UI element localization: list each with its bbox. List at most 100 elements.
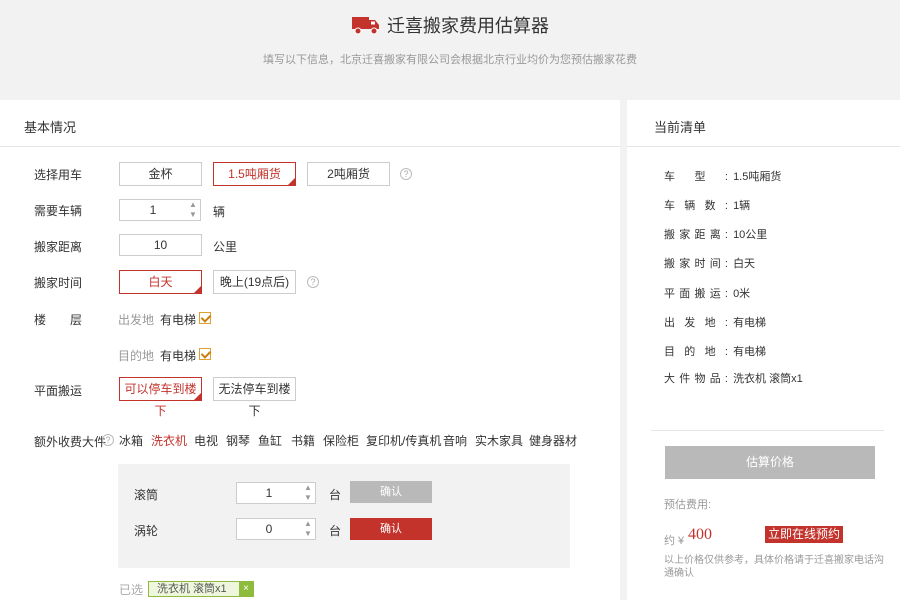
chevron-up-icon[interactable]: ▲ bbox=[301, 519, 315, 529]
chosen-item-tag: 洗衣机 滚筒x1 × bbox=[148, 581, 254, 597]
category-fitness[interactable]: 健身器材 bbox=[529, 432, 577, 449]
summary-key: 车型: bbox=[664, 171, 728, 183]
category-audio[interactable]: 音响 bbox=[443, 432, 467, 449]
category-wood-furniture[interactable]: 实木家具 bbox=[475, 432, 523, 449]
time-option-day[interactable]: 白天 bbox=[119, 270, 202, 294]
book-online-button[interactable]: 立即在线预约 bbox=[765, 526, 844, 543]
stepper-arrows[interactable]: ▲ ▼ bbox=[186, 200, 200, 220]
time-option-night[interactable]: 晚上(19点后) bbox=[213, 270, 296, 294]
vehicle-option-2t[interactable]: 2吨厢货 bbox=[307, 162, 390, 186]
chosen-label: 已选 bbox=[119, 583, 144, 597]
stepper-arrows[interactable]: ▲ ▼ bbox=[301, 519, 315, 539]
drum-unit: 台 bbox=[329, 488, 342, 502]
vehicle-option-jinbei[interactable]: 金杯 bbox=[119, 162, 202, 186]
chevron-up-icon[interactable]: ▲ bbox=[301, 483, 315, 493]
summary-key: 搬家距离: bbox=[664, 229, 728, 241]
help-icon[interactable]: ? bbox=[102, 434, 114, 446]
summary-row-vehicle: 车型: 1.5吨厢货 bbox=[664, 168, 781, 184]
estimate-label: 预估费用: bbox=[664, 499, 712, 511]
drum-qty-stepper[interactable]: 1 ▲ ▼ bbox=[236, 482, 316, 504]
summary-value: 1辆 bbox=[733, 200, 751, 212]
category-tv[interactable]: 电视 bbox=[194, 432, 218, 449]
summary-value: 10公里 bbox=[733, 229, 768, 241]
estimate-price-button[interactable]: 估算价格 bbox=[665, 446, 875, 479]
summary-row-flat: 平面搬运: 0米 bbox=[664, 285, 750, 301]
summary-row-destination: 目的地: 有电梯 bbox=[664, 343, 766, 359]
flat-carry-label: 平面搬运 bbox=[34, 384, 83, 398]
category-piano[interactable]: 钢琴 bbox=[226, 432, 250, 449]
section-title: 基本情况 bbox=[24, 120, 77, 135]
distance-unit: 公里 bbox=[213, 240, 238, 254]
category-books[interactable]: 书籍 bbox=[291, 432, 315, 449]
washer-options-box: 滚筒 1 ▲ ▼ 台 确认 涡轮 0 ▲ ▼ 台 确认 bbox=[118, 464, 570, 568]
help-icon[interactable]: ? bbox=[400, 168, 412, 180]
drum-label: 滚筒 bbox=[134, 488, 159, 502]
summary-row-time: 搬家时间: 白天 bbox=[664, 255, 755, 271]
price-disclaimer: 以上价格仅供参考，具体价格请于迁喜搬家电话沟通确认 bbox=[664, 555, 884, 579]
distance-input[interactable]: 10 bbox=[119, 234, 202, 256]
summary-key: 大件物品: bbox=[664, 373, 728, 385]
summary-key: 搬家时间: bbox=[664, 258, 728, 270]
distance-label: 搬家距离 bbox=[34, 240, 83, 254]
dest-elevator-label: 有电梯 bbox=[160, 349, 197, 363]
pulsator-label: 涡轮 bbox=[134, 524, 159, 538]
origin-elevator-checkbox[interactable] bbox=[199, 312, 211, 324]
divider bbox=[0, 146, 620, 147]
page-subtitle: 填写以下信息，北京迁喜搬家有限公司会根据北京行业均价为您预估搬家花费 bbox=[263, 54, 637, 66]
category-copier[interactable]: 复印机/传真机 bbox=[366, 432, 441, 449]
vehicle-option-1-5t[interactable]: 1.5吨厢货 bbox=[213, 162, 296, 186]
floor-label: 楼 层 bbox=[34, 313, 83, 327]
summary-value: 洗衣机 滚筒x1 bbox=[733, 373, 803, 385]
summary-value: 白天 bbox=[733, 258, 756, 270]
divider bbox=[651, 430, 884, 431]
vehicle-label: 选择用车 bbox=[34, 168, 83, 182]
chevron-down-icon[interactable]: ▼ bbox=[301, 493, 315, 503]
dest-label: 目的地 bbox=[118, 349, 155, 363]
flat-option-cannot-park[interactable]: 无法停车到楼下 bbox=[213, 377, 296, 418]
stepper-arrows[interactable]: ▲ ▼ bbox=[301, 483, 315, 503]
vehicle-count-stepper[interactable]: 1 ▲ ▼ bbox=[119, 199, 201, 221]
summary-key: 目的地: bbox=[664, 346, 728, 358]
category-aquarium[interactable]: 鱼缸 bbox=[258, 432, 282, 449]
chosen-item-text: 洗衣机 滚筒x1 bbox=[157, 583, 227, 595]
count-label: 需要车辆 bbox=[34, 204, 83, 218]
summary-value: 0米 bbox=[733, 288, 751, 300]
category-fridge[interactable]: 冰箱 bbox=[119, 432, 143, 449]
pulsator-confirm-button[interactable]: 确认 bbox=[350, 518, 432, 540]
pulsator-unit: 台 bbox=[329, 524, 342, 538]
price-prefix: 约 ¥ bbox=[664, 535, 685, 547]
chevron-down-icon[interactable]: ▼ bbox=[301, 529, 315, 539]
price-value: 400 bbox=[688, 526, 712, 543]
title-row: 迁喜搬家费用估算器 bbox=[0, 12, 900, 38]
vehicle-count-value: 1 bbox=[149, 203, 157, 217]
page-header: 迁喜搬家费用估算器 填写以下信息，北京迁喜搬家有限公司会根据北京行业均价为您预估… bbox=[0, 0, 900, 98]
summary-row-distance: 搬家距离: 10公里 bbox=[664, 226, 767, 242]
dest-elevator-checkbox[interactable] bbox=[199, 348, 211, 360]
chevron-down-icon[interactable]: ▼ bbox=[186, 210, 200, 220]
page-title: 迁喜搬家费用估算器 bbox=[387, 16, 549, 36]
extra-items-label: 额外收费大件 bbox=[34, 435, 107, 449]
origin-label: 出发地 bbox=[118, 313, 155, 327]
category-safe[interactable]: 保险柜 bbox=[323, 432, 359, 449]
help-icon[interactable]: ? bbox=[307, 276, 319, 288]
chevron-up-icon[interactable]: ▲ bbox=[186, 200, 200, 210]
origin-elevator-label: 有电梯 bbox=[160, 313, 197, 327]
drum-confirm-button[interactable]: 确认 bbox=[350, 481, 432, 503]
summary-row-large-items: 大件物品: 洗衣机 滚筒x1 bbox=[664, 370, 803, 386]
summary-key: 车辆数: bbox=[664, 200, 728, 212]
truck-icon bbox=[351, 14, 381, 36]
pulsator-qty-stepper[interactable]: 0 ▲ ▼ bbox=[236, 518, 316, 540]
summary-row-origin: 出发地: 有电梯 bbox=[664, 314, 766, 330]
summary-value: 有电梯 bbox=[733, 346, 767, 358]
summary-value: 有电梯 bbox=[733, 317, 767, 329]
time-label: 搬家时间 bbox=[34, 276, 83, 290]
summary-key: 出发地: bbox=[664, 317, 728, 329]
summary-title: 当前清单 bbox=[654, 120, 707, 135]
divider bbox=[627, 146, 900, 147]
summary-panel: 当前清单 车型: 1.5吨厢货 车辆数: 1辆 搬家距离: 10公里 搬家时间:… bbox=[627, 100, 900, 600]
flat-option-can-park[interactable]: 可以停车到楼下 bbox=[119, 377, 202, 418]
category-washer[interactable]: 洗衣机 bbox=[151, 432, 187, 449]
close-icon[interactable]: × bbox=[239, 582, 253, 596]
summary-key: 平面搬运: bbox=[664, 288, 728, 300]
count-unit: 辆 bbox=[213, 205, 226, 219]
